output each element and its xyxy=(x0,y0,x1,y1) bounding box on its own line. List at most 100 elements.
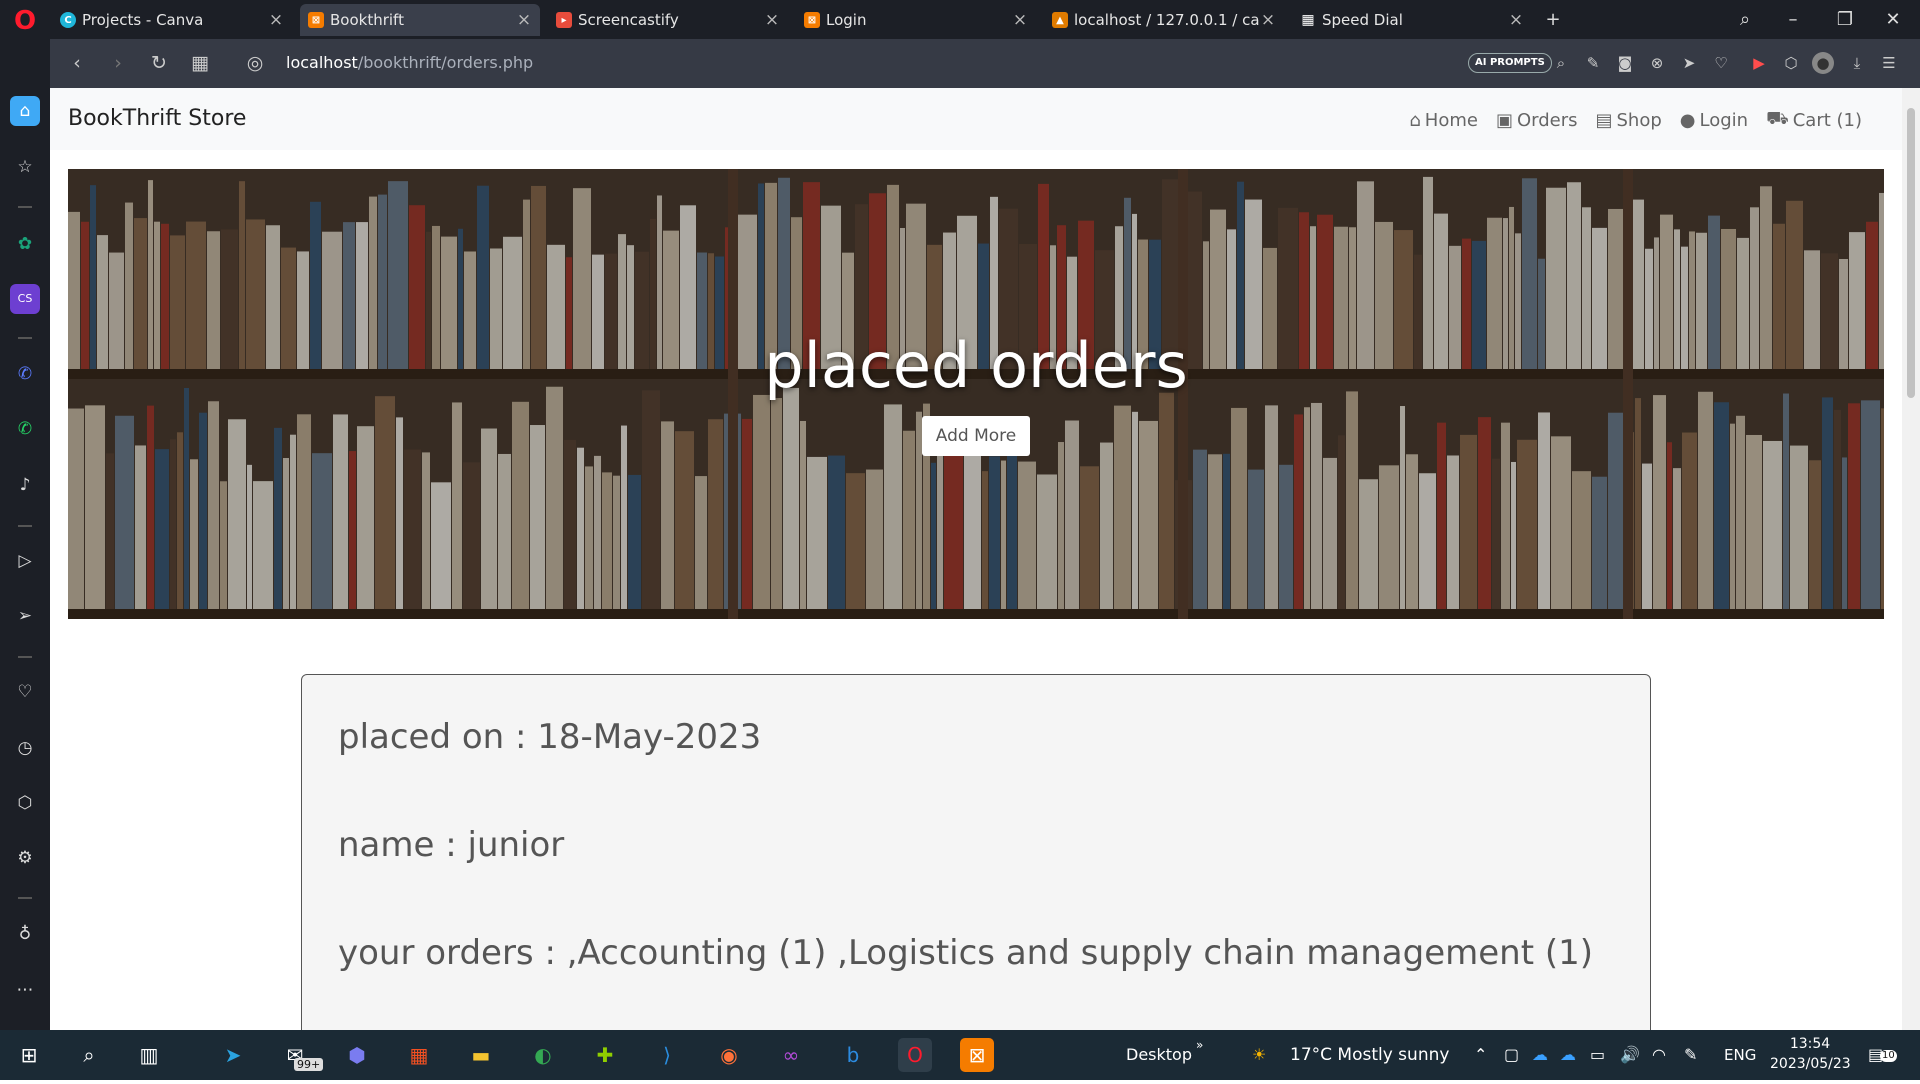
mail-icon[interactable]: ✉ 99+ xyxy=(278,1038,324,1072)
forward-icon[interactable]: › xyxy=(106,51,130,75)
download-icon[interactable]: ⤓ xyxy=(1846,52,1868,74)
camera-icon[interactable]: ◙ xyxy=(1614,52,1636,74)
windows-start-icon[interactable]: ⊞ xyxy=(12,1038,46,1072)
back-icon[interactable]: ‹ xyxy=(65,51,89,75)
nav-shop[interactable]: ▤ Shop xyxy=(1595,108,1661,132)
easy-setup-icon[interactable]: ☰ xyxy=(1878,52,1900,74)
new-tab-icon[interactable]: + xyxy=(1530,0,1576,39)
page-scrollbar[interactable] xyxy=(1902,88,1920,1030)
photos-icon[interactable]: ✚ xyxy=(588,1038,622,1072)
whatsapp-icon[interactable]: ✆ xyxy=(10,414,40,444)
copilot-icon[interactable]: ⬢ xyxy=(340,1038,374,1072)
nav-cart[interactable]: ⛟ Cart (1) xyxy=(1766,108,1862,132)
url-field[interactable]: localhost/bookthrift/orders.php xyxy=(286,53,533,72)
chatgpt-icon[interactable]: ✿ xyxy=(10,229,40,259)
nav-orders[interactable]: ▣ Orders xyxy=(1496,108,1578,132)
settings-icon[interactable]: ⚙ xyxy=(10,843,40,873)
send-icon[interactable]: ➢ xyxy=(10,601,40,631)
tab-login[interactable]: ⊠ Login × xyxy=(796,4,1036,36)
mask-icon[interactable]: ∞ xyxy=(774,1038,808,1072)
pinboard-icon[interactable]: ☆ xyxy=(10,152,40,182)
reload-icon[interactable]: ↻ xyxy=(147,51,171,75)
wifi-icon[interactable]: ◠ xyxy=(1652,1030,1666,1080)
nav-login-label: Login xyxy=(1699,109,1749,131)
store-icon[interactable]: ▦ xyxy=(402,1038,436,1072)
player-icon[interactable]: ▷ xyxy=(10,546,40,576)
ai-prompts-button[interactable]: AI PROMPTS xyxy=(1468,53,1552,73)
avatar-icon[interactable]: ● xyxy=(1812,52,1834,74)
xampp-icon: ⊠ xyxy=(308,12,324,28)
language-indicator[interactable]: ENG xyxy=(1724,1030,1756,1080)
desktop-toolbar[interactable]: Desktop xyxy=(1126,1030,1192,1080)
notification-icon[interactable]: ▤ 10 xyxy=(1868,1030,1897,1080)
volume-icon[interactable]: 🔊 xyxy=(1620,1030,1640,1080)
opera-logo-icon[interactable]: O xyxy=(10,6,40,36)
tab-canva[interactable]: C Projects - Canva × xyxy=(52,4,292,36)
home-icon[interactable]: ⌂ xyxy=(10,96,40,126)
task-view-icon[interactable]: ▥ xyxy=(132,1038,166,1072)
close-icon[interactable]: × xyxy=(268,10,284,30)
close-icon[interactable]: × xyxy=(516,10,532,30)
weather-icon[interactable]: ☀ xyxy=(1252,1030,1266,1080)
lens-icon[interactable]: ⌕ xyxy=(1550,52,1572,74)
history-icon[interactable]: ◷ xyxy=(10,733,40,763)
opera-sidebar: ⌂ ☆ ✿ CS ✆ ✆ ♪ ▷ ➢ ♡ ◷ ⬡ ⚙ ♁ ⋯ xyxy=(0,39,50,1030)
speed-dial-icon: ▦ xyxy=(1301,12,1315,28)
tab-speed-dial[interactable]: ▦ Speed Dial × xyxy=(1292,4,1532,36)
lightbulb-icon[interactable]: ♁ xyxy=(10,919,40,949)
opera-taskbar-icon[interactable]: O xyxy=(898,1038,932,1072)
minimize-icon[interactable]: – xyxy=(1770,0,1816,39)
more-icon[interactable]: ⋯ xyxy=(10,975,40,1005)
canva-icon: C xyxy=(60,12,76,28)
pen-icon[interactable]: ✎ xyxy=(1684,1030,1697,1080)
vscode-icon[interactable]: ⟩ xyxy=(650,1038,684,1072)
chevron-icon[interactable]: » xyxy=(1196,1020,1203,1070)
nav-login[interactable]: ● Login xyxy=(1680,108,1748,132)
order-card: placed on : 18-May-2023 name : junior yo… xyxy=(301,674,1651,1030)
tab-phpmyadmin[interactable]: ▲ localhost / 127.0.0.1 / car_v × xyxy=(1044,4,1284,36)
close-icon[interactable]: × xyxy=(1508,10,1524,30)
clock[interactable]: 13:54 2023/05/23 xyxy=(1770,1034,1851,1084)
search-icon[interactable]: ⌕ xyxy=(72,1038,106,1072)
restore-icon[interactable]: ❐ xyxy=(1822,0,1868,39)
cube-icon[interactable]: ⬡ xyxy=(1780,52,1802,74)
send-icon[interactable]: ➤ xyxy=(1678,52,1700,74)
cloud-icon[interactable]: ☁ xyxy=(1560,1030,1576,1080)
site-brand[interactable]: BookThrift Store xyxy=(68,106,246,131)
bing-icon[interactable]: b xyxy=(836,1038,870,1072)
xampp-taskbar-icon[interactable]: ⊠ xyxy=(960,1038,994,1072)
weather-text[interactable]: 17°C Mostly sunny xyxy=(1290,1030,1449,1080)
block-icon[interactable]: ⊗ xyxy=(1646,52,1668,74)
edit-icon[interactable]: ✎ xyxy=(1582,52,1604,74)
telegram-icon[interactable]: ➤ xyxy=(216,1038,250,1072)
close-icon[interactable]: × xyxy=(1012,10,1028,30)
battery-icon[interactable]: ▭ xyxy=(1590,1030,1605,1080)
tab-screencastify[interactable]: ▸ Screencastify × xyxy=(548,4,788,36)
close-window-icon[interactable]: ✕ xyxy=(1870,0,1916,39)
file-explorer-icon[interactable]: ▬ xyxy=(464,1038,498,1072)
nav-home[interactable]: ⌂ Home xyxy=(1409,108,1478,132)
close-icon[interactable]: × xyxy=(1260,10,1276,30)
scrollbar-thumb[interactable] xyxy=(1907,108,1915,398)
site-info-icon[interactable]: ◎ xyxy=(243,51,267,75)
firefox-icon[interactable]: ◉ xyxy=(712,1038,746,1072)
onedrive-icon[interactable]: ☁ xyxy=(1532,1030,1548,1080)
meet-icon[interactable]: ▢ xyxy=(1504,1030,1519,1080)
heart-icon[interactable]: ♡ xyxy=(10,677,40,707)
add-more-button[interactable]: Add More xyxy=(922,416,1030,456)
nav-links: ⌂ Home ▣ Orders ▤ Shop ● Login ⛟ Cart (1) xyxy=(1409,108,1862,132)
extensions-icon[interactable]: ⬡ xyxy=(10,788,40,818)
messenger-icon[interactable]: ✆ xyxy=(10,359,40,389)
site-navbar: BookThrift Store ⌂ Home ▣ Orders ▤ Shop ● Lo… xyxy=(50,88,1902,150)
url-path: /bookthrift/orders.php xyxy=(357,53,534,72)
tab-bookthrift[interactable]: ⊠ Bookthrift × xyxy=(300,4,540,36)
close-icon[interactable]: × xyxy=(764,10,780,30)
edge-icon[interactable]: ◐ xyxy=(526,1038,560,1072)
tiktok-icon[interactable]: ♪ xyxy=(10,470,40,500)
tray-up-icon[interactable]: ⌃ xyxy=(1474,1030,1487,1080)
tabs-grid-icon[interactable]: ▦ xyxy=(188,51,212,75)
heart-icon[interactable]: ♡ xyxy=(1710,52,1732,74)
search-tabs-icon[interactable]: ⌕ xyxy=(1722,0,1768,39)
chatsonic-icon[interactable]: CS xyxy=(10,284,40,314)
screencastify-ext-icon[interactable]: ▶ xyxy=(1748,52,1770,74)
